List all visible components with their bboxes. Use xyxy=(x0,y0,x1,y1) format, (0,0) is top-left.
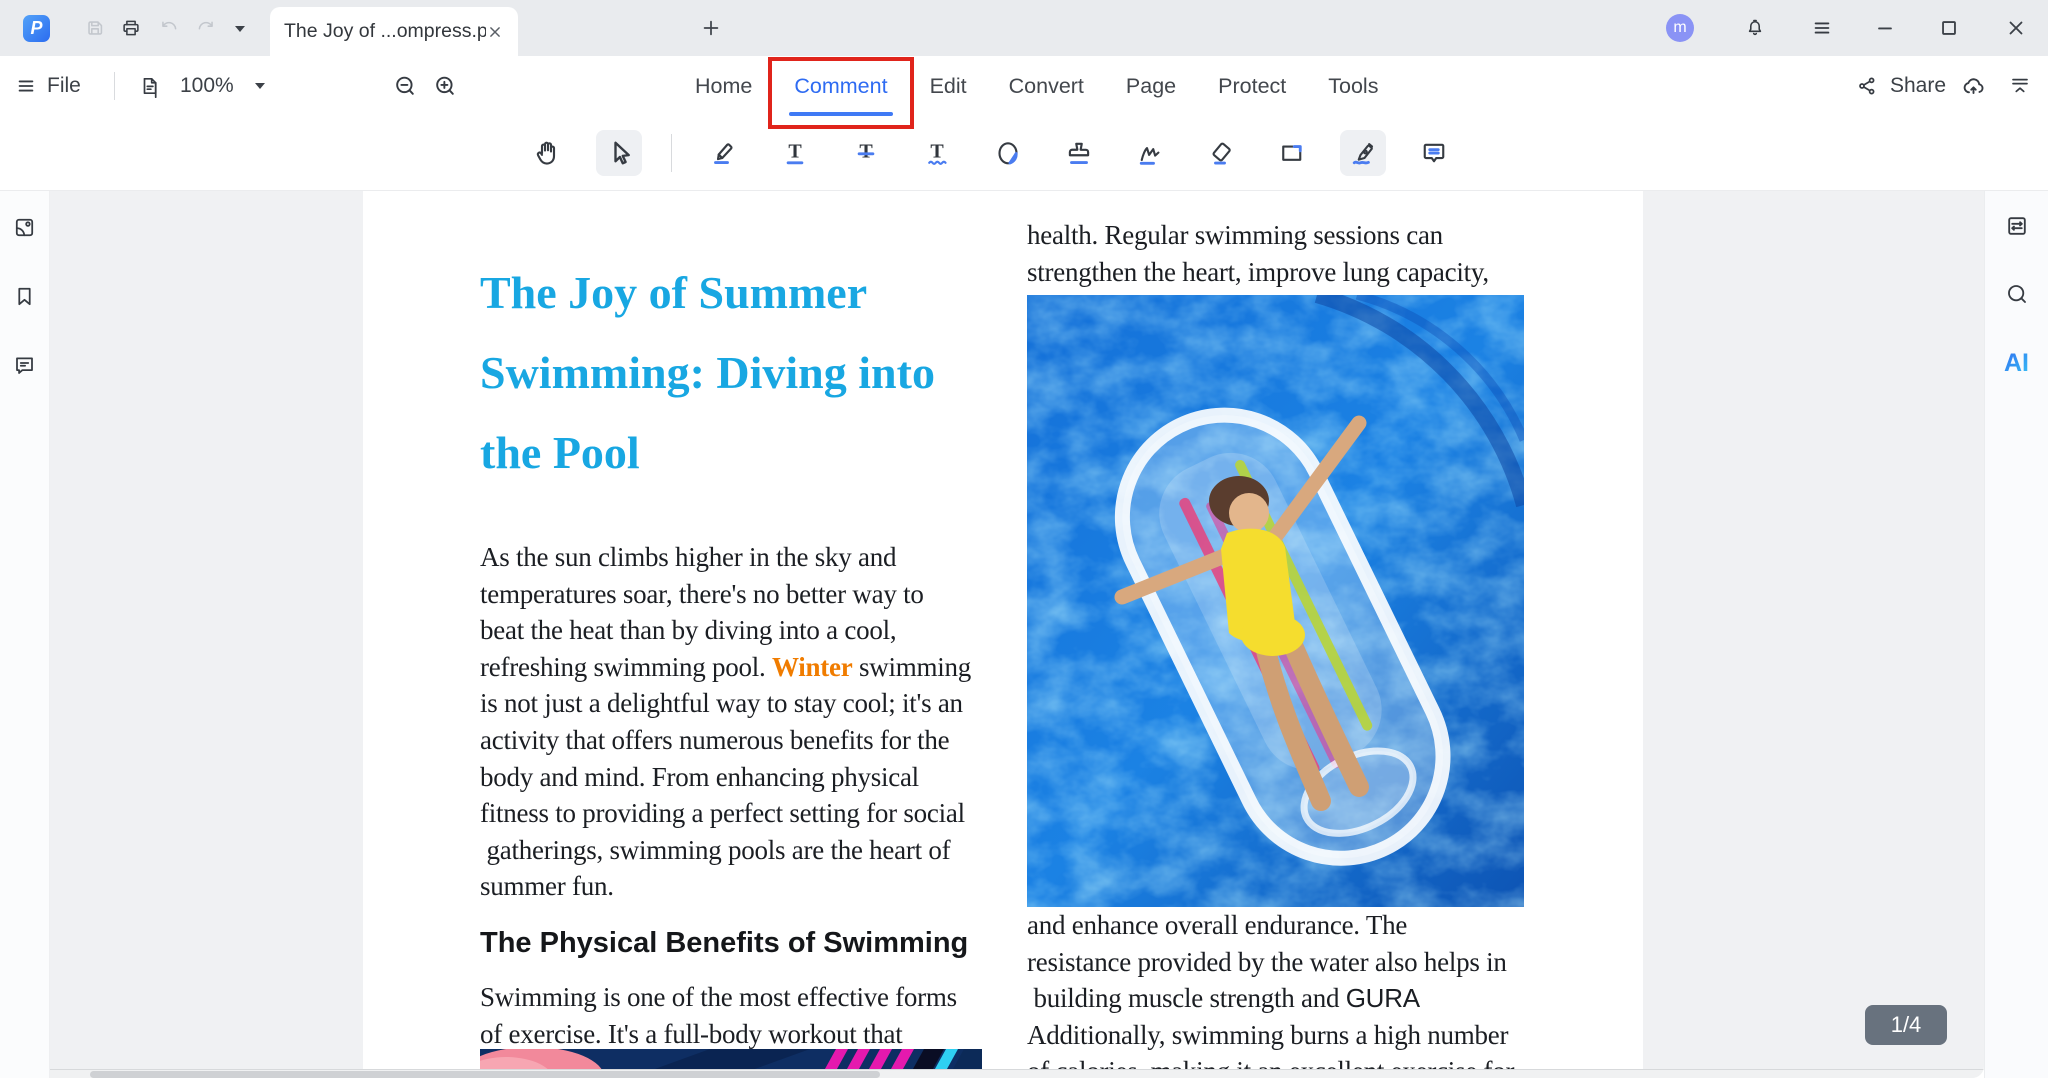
zoom-level-label: 100% xyxy=(180,74,234,98)
tab-close-icon[interactable] xyxy=(486,23,504,41)
doc-title-line: Swimming: Diving into xyxy=(480,333,935,413)
avatar-initial: m xyxy=(1673,19,1686,37)
page-view-icon[interactable] xyxy=(138,56,162,116)
nav-tab-label: Tools xyxy=(1328,74,1378,99)
ribbon-nav: Home Comment Edit Convert Page Protect T… xyxy=(695,56,1378,116)
nav-tab-label: Edit xyxy=(930,74,967,99)
share-label: Share xyxy=(1890,74,1946,98)
title-bar: P The Joy of ...ompress.pdf m xyxy=(0,0,2048,56)
squiggly-underline-tool-icon[interactable]: T xyxy=(914,130,960,176)
close-button[interactable] xyxy=(2005,17,2027,39)
doc-col2-bottom-text: and enhance overall endurance. The resis… xyxy=(1027,907,1514,1078)
nav-tab-convert[interactable]: Convert xyxy=(1009,56,1084,116)
pdf-page: The Joy of Summer Swimming: Diving into … xyxy=(363,191,1643,1078)
bookmarks-icon[interactable] xyxy=(12,284,37,309)
horizontal-scrollbar[interactable] xyxy=(50,1069,1984,1078)
doc-title: The Joy of Summer Swimming: Diving into … xyxy=(480,253,935,493)
menu-bar: File 100% Home Comment Edit Convert xyxy=(0,56,2048,116)
cloud-upload-icon[interactable] xyxy=(1960,56,1987,116)
annotation-toolbar: T T T xyxy=(0,116,2048,191)
nav-tab-label: Home xyxy=(695,74,752,99)
brand-word: GURA xyxy=(1346,983,1420,1013)
sticky-note-tool-icon[interactable] xyxy=(1411,130,1457,176)
nav-tab-label: Comment xyxy=(794,74,887,99)
doc-title-line: The Joy of Summer xyxy=(480,253,935,333)
history-dropdown-caret-icon[interactable] xyxy=(233,23,247,35)
hand-tool-icon[interactable] xyxy=(525,130,571,176)
pool-photo xyxy=(1027,295,1524,907)
area-highlight-tool-icon[interactable] xyxy=(985,130,1031,176)
zoom-in-icon[interactable] xyxy=(432,56,459,116)
nav-tab-page[interactable]: Page xyxy=(1126,56,1176,116)
share-icon[interactable] xyxy=(1855,56,1879,116)
left-panel-rail xyxy=(0,191,50,1078)
print-icon[interactable] xyxy=(120,17,142,39)
properties-panel-icon[interactable] xyxy=(2004,213,2030,239)
file-menu-label: File xyxy=(47,74,81,98)
horizontal-scrollbar-thumb[interactable] xyxy=(90,1071,880,1078)
rectangle-tool-icon[interactable] xyxy=(1269,130,1315,176)
page-indicator-value: 1/4 xyxy=(1891,1012,1922,1038)
doc-col2-top-text: health. Regular swimming sessions can st… xyxy=(1027,217,1489,290)
document-tab[interactable]: The Joy of ...ompress.pdf xyxy=(270,7,518,56)
eraser-tool-icon[interactable] xyxy=(1198,130,1244,176)
nav-tab-label: Protect xyxy=(1218,74,1286,99)
document-viewport[interactable]: The Joy of Summer Swimming: Diving into … xyxy=(50,191,1984,1078)
nav-tab-edit[interactable]: Edit xyxy=(930,56,967,116)
zoom-level-value[interactable]: 100% xyxy=(180,56,234,116)
nav-tab-protect[interactable]: Protect xyxy=(1218,56,1286,116)
doc-paragraph-2: Swimming is one of the most effective fo… xyxy=(480,979,957,1052)
svg-text:T: T xyxy=(930,140,944,162)
nav-tab-comment[interactable]: Comment xyxy=(794,56,887,116)
zoom-out-icon[interactable] xyxy=(392,56,419,116)
doc-intro-highlight-line: refreshing swimming pool. Winter swimmin… xyxy=(480,649,971,686)
doc-intro-paragraph: As the sun climbs higher in the sky and … xyxy=(480,539,971,905)
svg-text:T: T xyxy=(788,140,802,162)
collapse-toolbar-icon[interactable] xyxy=(2008,56,2032,116)
new-tab-button[interactable] xyxy=(700,17,722,39)
maximize-button[interactable] xyxy=(1938,17,1960,39)
nav-tab-label: Page xyxy=(1126,74,1176,99)
share-button[interactable]: Share xyxy=(1890,56,1946,116)
pdf-editor-window: P The Joy of ...ompress.pdf m xyxy=(0,0,2048,1078)
page-thumbnails-icon[interactable] xyxy=(12,215,37,240)
right-panel-rail: AI xyxy=(1984,191,2048,1078)
app-logo-icon: P xyxy=(23,15,50,42)
file-menu[interactable]: File xyxy=(15,56,81,116)
comments-panel-icon[interactable] xyxy=(12,353,37,378)
stamp-tool-icon[interactable] xyxy=(1056,130,1102,176)
highlight-tool-icon[interactable] xyxy=(701,130,747,176)
svg-text:T: T xyxy=(859,140,873,162)
highlighted-word: Winter xyxy=(772,652,853,682)
nav-tab-label: Convert xyxy=(1009,74,1084,99)
nav-tab-tools[interactable]: Tools xyxy=(1328,56,1378,116)
nav-tab-home[interactable]: Home xyxy=(695,56,752,116)
underline-tool-icon[interactable]: T xyxy=(772,130,818,176)
minimize-button[interactable] xyxy=(1874,17,1896,39)
redo-icon[interactable] xyxy=(195,17,217,39)
signature-tool-icon[interactable] xyxy=(1340,130,1386,176)
search-icon[interactable] xyxy=(2004,281,2030,307)
strikethrough-tool-icon[interactable]: T xyxy=(843,130,889,176)
user-avatar[interactable]: m xyxy=(1666,14,1694,42)
document-tab-title: The Joy of ...ompress.pdf xyxy=(284,20,486,43)
pencil-tool-icon[interactable] xyxy=(1127,130,1173,176)
doc-brand-line: building muscle strength and GURA xyxy=(1027,980,1514,1017)
select-tool-icon[interactable] xyxy=(596,130,642,176)
page-indicator-badge: 1/4 xyxy=(1865,1005,1947,1045)
divider xyxy=(671,134,672,172)
ai-label: AI xyxy=(2004,349,2029,377)
undo-icon[interactable] xyxy=(158,17,180,39)
zoom-dropdown-caret-icon[interactable] xyxy=(253,56,267,116)
ai-assistant-icon[interactable]: AI xyxy=(2004,349,2029,378)
save-icon[interactable] xyxy=(84,17,106,39)
doc-section-heading: The Physical Benefits of Swimming xyxy=(480,927,968,960)
divider xyxy=(114,72,115,100)
notifications-bell-icon[interactable] xyxy=(1744,17,1766,39)
doc-title-line: the Pool xyxy=(480,413,935,493)
app-menu-icon[interactable] xyxy=(1811,17,1833,39)
